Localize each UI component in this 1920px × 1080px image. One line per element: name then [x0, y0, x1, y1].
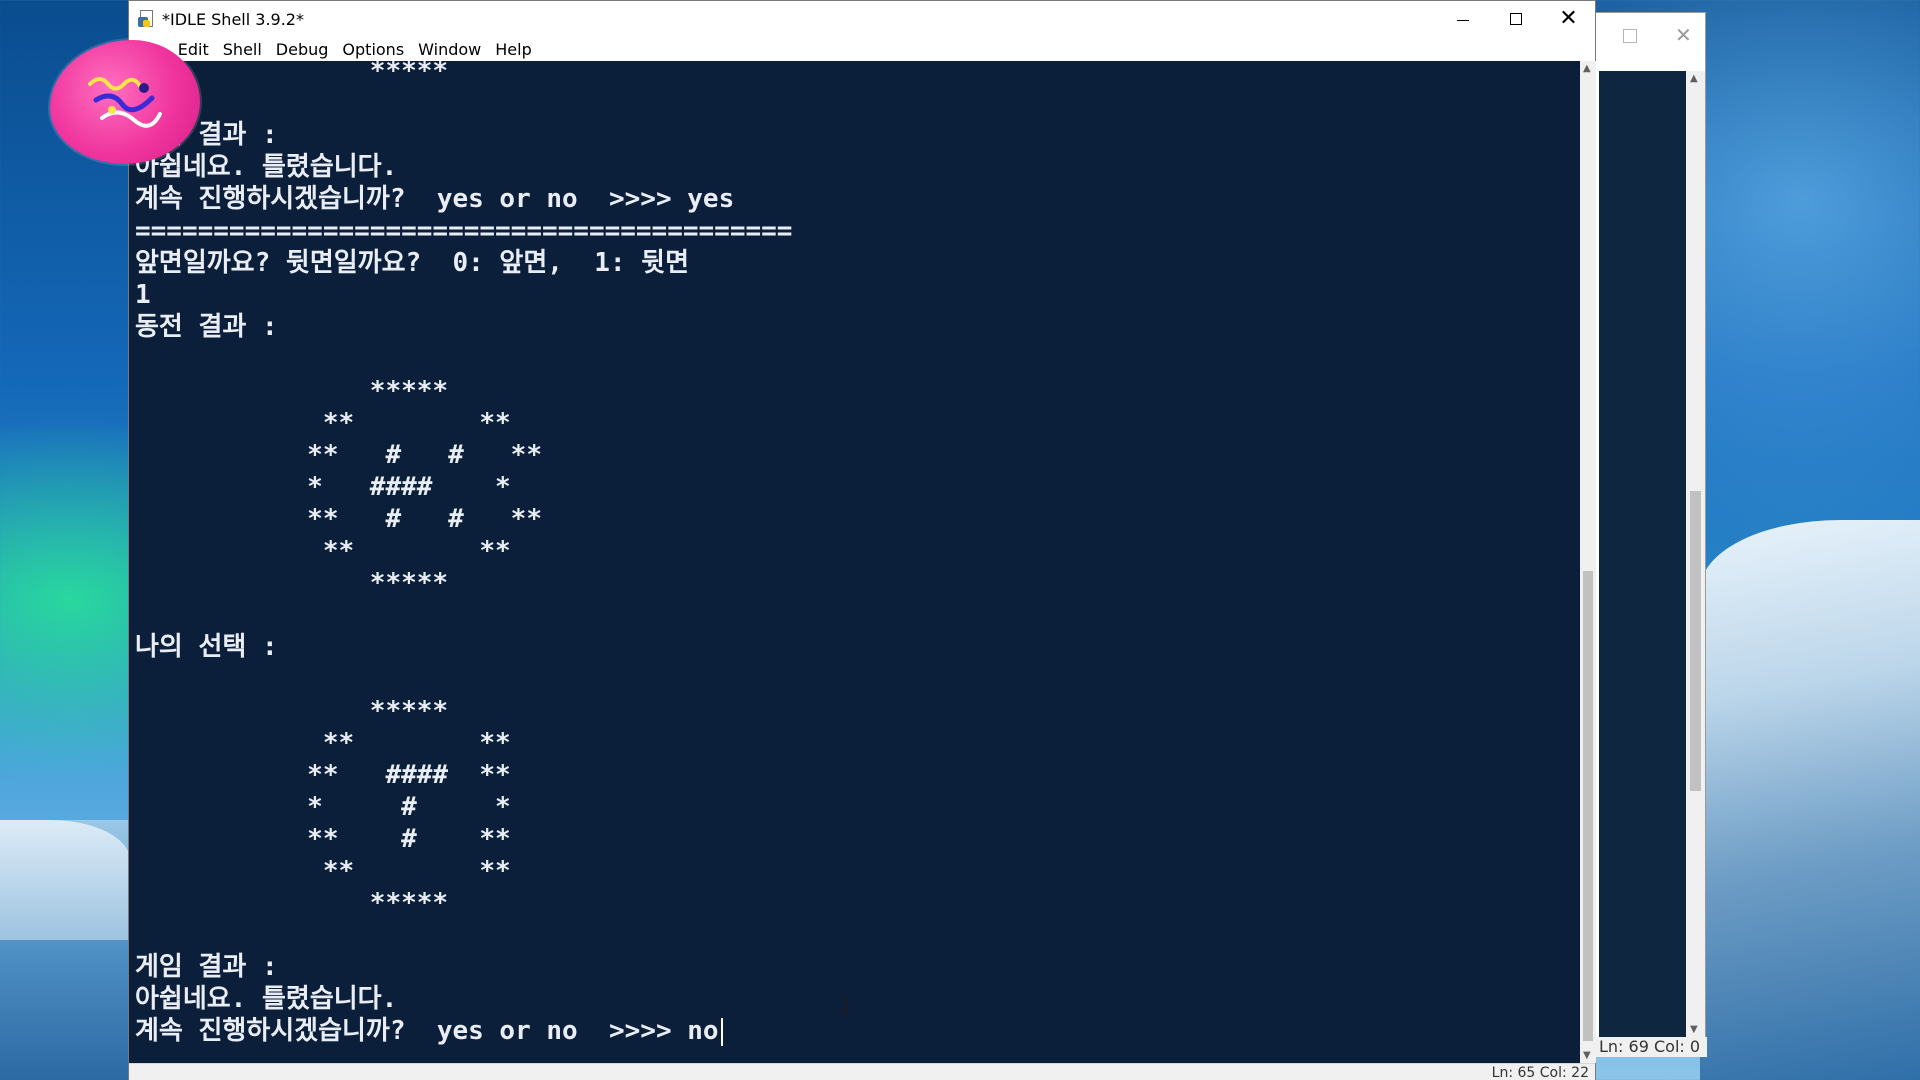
text-cursor — [720, 1017, 723, 1046]
shell-line: 앞면일까요? 뒷면일까요? 0: 앞면, 1: 뒷면 — [135, 248, 690, 278]
minimize-icon — [1456, 19, 1469, 21]
menu-shell[interactable]: Shell — [223, 40, 262, 59]
logo-mark — [88, 77, 162, 128]
close-button[interactable]: ✕ — [1542, 1, 1595, 37]
background-idle-window[interactable]: ✕ ▲ ▼ Ln: 69 Col: 0 — [1590, 12, 1707, 1057]
titlebar[interactable]: *IDLE Shell 3.9.2* ✕ — [129, 1, 1595, 37]
menu-options[interactable]: Options — [342, 40, 404, 59]
shell-line: 게임 결과 : — [135, 952, 278, 982]
pink-blob-logo — [50, 40, 200, 164]
shell-line: 계속 진행하시겠습니까? yes or no >>>> no — [135, 1015, 723, 1047]
shell-line: ***** — [135, 568, 449, 598]
line-col-status: Ln: 65 Col: 22 — [1491, 1065, 1589, 1080]
shell-line: 나의 선택 : — [135, 632, 278, 662]
window-controls: ✕ — [1436, 1, 1595, 37]
shell-line: 동전 결과 : — [135, 312, 278, 342]
shell-line: 아쉽네요. 틀렸습니다. — [135, 984, 398, 1014]
menu-help[interactable]: Help — [495, 40, 531, 59]
shell-line: 계속 진행하시겠습니까? yes or no >>>> yes — [135, 184, 735, 214]
shell-output-area[interactable]: ***** 게임 결과 : 아쉽네요. 틀렸습니다. 계속 진행하시겠습니까? yes… — [129, 61, 1580, 1063]
shell-line: ***** — [135, 376, 449, 406]
text-cursor-ibeam: I — [839, 994, 852, 1018]
shell-line: ** ** — [135, 728, 511, 758]
desktop-ice-scenery — [1700, 520, 1920, 1080]
minimize-button[interactable] — [1436, 1, 1489, 37]
maximize-button[interactable] — [1489, 1, 1542, 37]
menu-debug[interactable]: Debug — [276, 40, 329, 59]
maximize-icon[interactable] — [1623, 29, 1637, 43]
shell-line: ** # # ** — [135, 440, 542, 470]
scroll-up-arrow-icon[interactable]: ▲ — [1583, 63, 1591, 74]
menu-edit[interactable]: Edit — [178, 40, 209, 59]
background-window-scrollbar[interactable]: ▲ ▼ — [1686, 71, 1705, 1037]
scrollbar-thumb[interactable] — [1583, 571, 1593, 1041]
python-idle-icon — [138, 10, 156, 28]
shell-line: ***** — [135, 696, 449, 726]
menu-window[interactable]: Window — [418, 40, 481, 59]
shell-line: ** # ** — [135, 824, 511, 854]
shell-line: ** #### ** — [135, 760, 511, 790]
scroll-up-arrow-icon[interactable]: ▲ — [1690, 73, 1698, 84]
menubar: File Edit Shell Debug Options Window Hel… — [129, 37, 1595, 61]
close-icon: ✕ — [1559, 6, 1578, 31]
shell-line: * # * — [135, 792, 511, 822]
scroll-down-arrow-icon[interactable]: ▼ — [1583, 1050, 1591, 1061]
scrollbar-thumb[interactable] — [1690, 491, 1701, 791]
shell-line: ***** — [135, 888, 449, 918]
desktop-left-ice-scenery — [0, 820, 130, 940]
maximize-icon — [1509, 13, 1522, 25]
background-window-titlebar[interactable]: ✕ — [1591, 13, 1705, 71]
shell-line: 1 — [135, 280, 151, 310]
shell-line: * #### * — [135, 472, 511, 502]
scroll-down-arrow-icon[interactable]: ▼ — [1690, 1024, 1698, 1035]
shell-line: ** # # ** — [135, 504, 542, 534]
window-title: *IDLE Shell 3.9.2* — [162, 9, 304, 29]
shell-line: ** ** — [135, 408, 511, 438]
idle-shell-window[interactable]: *IDLE Shell 3.9.2* ✕ File Edit Shell Deb… — [128, 0, 1596, 1080]
vertical-scrollbar[interactable]: ▲ ▼ — [1580, 61, 1596, 1063]
background-window-content — [1599, 71, 1686, 1037]
shell-line: 아쉽네요. 틀렸습니다. — [135, 152, 398, 182]
shell-line: ========================================… — [135, 216, 793, 246]
shell-line: ** ** — [135, 536, 511, 566]
shell-line: ** ** — [135, 856, 511, 886]
background-window-status: Ln: 69 Col: 0 — [1591, 1037, 1707, 1057]
statusbar: Ln: 65 Col: 22 — [129, 1063, 1595, 1080]
close-icon[interactable]: ✕ — [1675, 23, 1692, 47]
